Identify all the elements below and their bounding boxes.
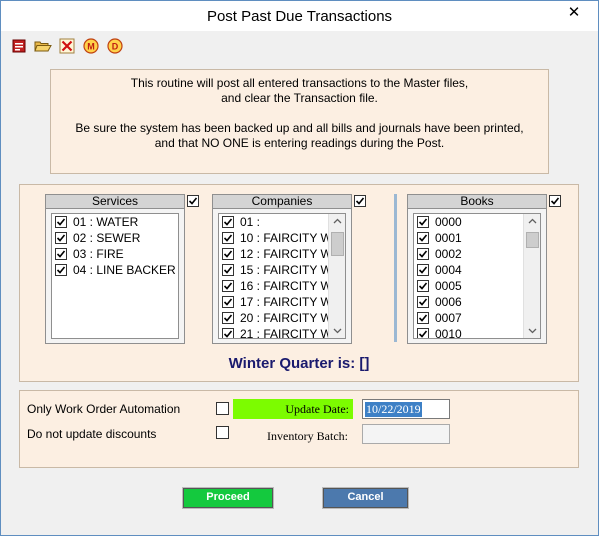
close-icon[interactable]: ✕ bbox=[556, 2, 592, 22]
info-line: Be sure the system has been backed up an… bbox=[75, 121, 524, 135]
companies-select-all-checkbox[interactable] bbox=[354, 195, 366, 207]
services-select-all-checkbox[interactable] bbox=[187, 195, 199, 207]
info-line: This routine will post all entered trans… bbox=[130, 76, 469, 90]
companies-scrollbar[interactable] bbox=[328, 214, 345, 338]
inventory-batch-label: Inventory Batch: bbox=[267, 429, 348, 443]
list-item[interactable]: 0004 bbox=[414, 262, 540, 278]
list-item[interactable]: 04 : LINE BACKER bbox=[52, 262, 178, 278]
checkbox-checked[interactable] bbox=[417, 280, 429, 292]
companies-header: Companies bbox=[213, 195, 351, 209]
list-item[interactable]: 0007 bbox=[414, 310, 540, 326]
checkbox-checked[interactable] bbox=[55, 232, 67, 244]
info-notice: This routine will post all entered trans… bbox=[50, 69, 549, 174]
scroll-up-icon[interactable] bbox=[524, 214, 540, 228]
checkbox-checked[interactable] bbox=[417, 232, 429, 244]
selection-panel: Services 01 : WATER 02 : SEWER 03 : FIRE… bbox=[19, 184, 579, 382]
open-folder-icon[interactable] bbox=[34, 37, 52, 55]
list-item[interactable]: 10 : FAIRCITY W bbox=[219, 230, 345, 246]
list-item[interactable]: 0006 bbox=[414, 294, 540, 310]
d-letter: D bbox=[112, 42, 119, 52]
companies-group: Companies 01 : 10 : FAIRCITY W 12 : FAIR… bbox=[212, 194, 352, 344]
checkbox-checked[interactable] bbox=[55, 264, 67, 276]
list-item[interactable]: 0000 bbox=[414, 214, 540, 230]
list-item[interactable]: 12 : FAIRCITY W bbox=[219, 246, 345, 262]
scroll-up-icon[interactable] bbox=[329, 214, 345, 228]
services-list: 01 : WATER 02 : SEWER 03 : FIRE 04 : LIN… bbox=[51, 213, 179, 339]
checkbox-checked[interactable] bbox=[55, 216, 67, 228]
checkbox-checked[interactable] bbox=[417, 264, 429, 276]
delete-icon[interactable] bbox=[58, 37, 76, 55]
books-select-all-checkbox[interactable] bbox=[549, 195, 561, 207]
books-group: Books 0000 0001 0002 0004 0005 0006 0007… bbox=[407, 194, 547, 344]
info-line: and clear the Transaction file. bbox=[221, 91, 378, 105]
form-icon[interactable] bbox=[10, 37, 28, 55]
list-item[interactable]: 02 : SEWER bbox=[52, 230, 178, 246]
checkbox-checked[interactable] bbox=[55, 248, 67, 260]
list-item[interactable]: 0005 bbox=[414, 278, 540, 294]
checkbox-checked[interactable] bbox=[222, 232, 234, 244]
work-order-checkbox[interactable] bbox=[216, 402, 229, 415]
checkbox-checked[interactable] bbox=[222, 264, 234, 276]
checkbox-checked[interactable] bbox=[417, 216, 429, 228]
divider bbox=[394, 194, 397, 342]
update-date-label: Update Date: bbox=[233, 399, 353, 419]
list-item[interactable]: 20 : FAIRCITY W bbox=[219, 310, 345, 326]
checkbox-checked[interactable] bbox=[417, 248, 429, 260]
checkbox-checked[interactable] bbox=[222, 328, 234, 338]
scroll-down-icon[interactable] bbox=[524, 324, 540, 338]
m-letter: M bbox=[87, 42, 95, 52]
scroll-down-icon[interactable] bbox=[329, 324, 345, 338]
window-title: Post Past Due Transactions bbox=[206, 8, 393, 25]
d-circle-icon[interactable]: D bbox=[106, 37, 124, 55]
services-group: Services 01 : WATER 02 : SEWER 03 : FIRE… bbox=[45, 194, 185, 344]
companies-list: 01 : 10 : FAIRCITY W 12 : FAIRCITY W 15 … bbox=[218, 213, 346, 339]
books-header: Books bbox=[408, 195, 546, 209]
list-item[interactable]: 16 : FAIRCITY W bbox=[219, 278, 345, 294]
books-scrollbar[interactable] bbox=[523, 214, 540, 338]
proceed-button[interactable]: Proceed bbox=[182, 487, 274, 509]
services-header: Services bbox=[46, 195, 184, 209]
list-item[interactable]: 21 : FAIRCITY W bbox=[219, 326, 345, 338]
cancel-button[interactable]: Cancel bbox=[322, 487, 409, 509]
title-bar: Post Past Due Transactions ✕ bbox=[1, 1, 598, 31]
inventory-batch-input[interactable] bbox=[362, 424, 450, 444]
list-item[interactable]: 0002 bbox=[414, 246, 540, 262]
list-item[interactable]: 03 : FIRE bbox=[52, 246, 178, 262]
options-panel: Only Work Order Automation Do not update… bbox=[19, 390, 579, 468]
work-order-label: Only Work Order Automation bbox=[27, 402, 181, 416]
checkbox-checked[interactable] bbox=[417, 312, 429, 324]
checkbox-checked[interactable] bbox=[222, 280, 234, 292]
checkbox-checked[interactable] bbox=[222, 312, 234, 324]
checkbox-checked[interactable] bbox=[222, 296, 234, 308]
checkbox-checked[interactable] bbox=[222, 216, 234, 228]
list-item[interactable]: 0010 bbox=[414, 326, 540, 338]
list-item[interactable]: 01 : WATER bbox=[52, 214, 178, 230]
list-item[interactable]: 01 : bbox=[219, 214, 345, 230]
toolbar: M D bbox=[10, 36, 124, 56]
list-item[interactable]: 0001 bbox=[414, 230, 540, 246]
m-circle-icon[interactable]: M bbox=[82, 37, 100, 55]
checkbox-checked[interactable] bbox=[222, 248, 234, 260]
list-item[interactable]: 15 : FAIRCITY W bbox=[219, 262, 345, 278]
update-date-input[interactable]: 10/22/2019 bbox=[362, 399, 450, 419]
info-line: and that NO ONE is entering readings dur… bbox=[154, 136, 445, 150]
discounts-label: Do not update discounts bbox=[27, 427, 157, 441]
winter-quarter-label: Winter Quarter is: [] bbox=[228, 355, 370, 372]
scroll-thumb[interactable] bbox=[331, 232, 344, 256]
post-past-due-window: Post Past Due Transactions ✕ M D This ro… bbox=[0, 0, 599, 536]
checkbox-checked[interactable] bbox=[417, 328, 429, 338]
checkbox-checked[interactable] bbox=[417, 296, 429, 308]
list-item[interactable]: 17 : FAIRCITY W bbox=[219, 294, 345, 310]
discounts-checkbox[interactable] bbox=[216, 426, 229, 439]
books-list: 0000 0001 0002 0004 0005 0006 0007 0010 bbox=[413, 213, 541, 339]
scroll-thumb[interactable] bbox=[526, 232, 539, 248]
